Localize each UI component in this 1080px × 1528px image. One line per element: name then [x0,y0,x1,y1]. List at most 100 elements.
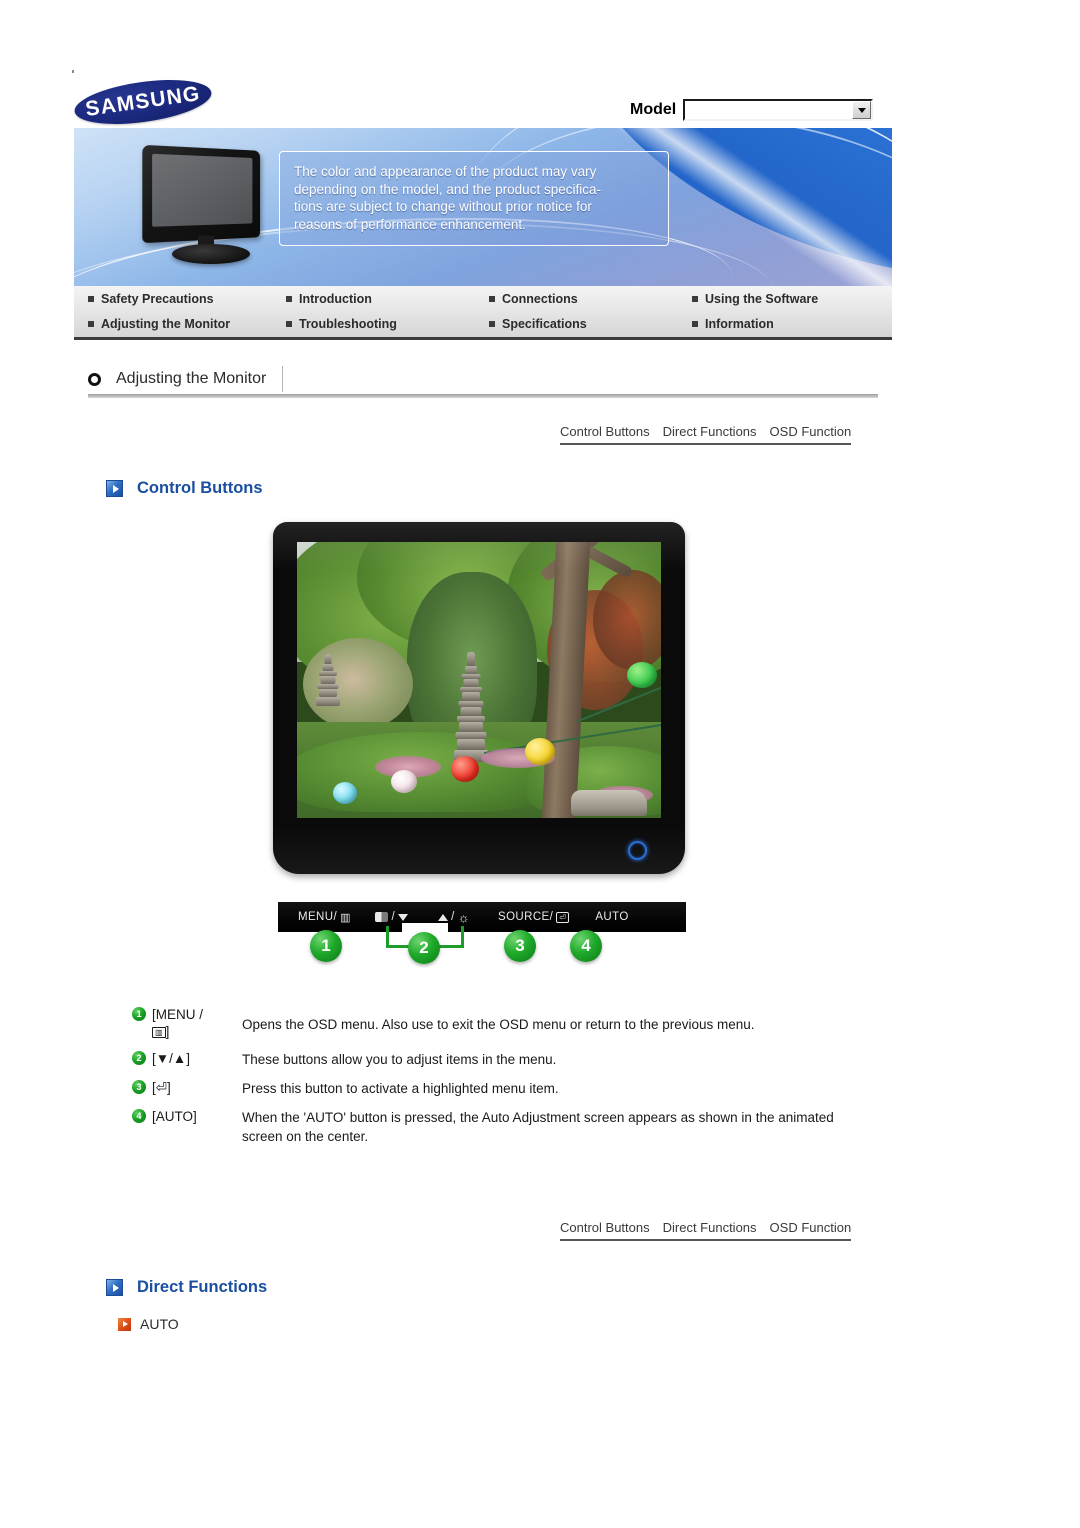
page-title: Adjusting the Monitor [88,364,284,394]
description-key: [▼/▲] [152,1051,190,1066]
nav-label: Using the Software [705,291,819,306]
model-dropdown-value [685,101,852,119]
nav-item-troubleshooting[interactable]: Troubleshooting [286,317,489,331]
description-row: 2 [▼/▲] These buttons allow you to adjus… [132,1050,872,1069]
banner-monitor-base [172,244,250,264]
monitor-illustration [273,522,685,882]
samsung-logo: SAMSUNG [71,72,215,132]
banner-monitor-body [142,144,261,244]
square-bullet-icon [88,295,94,302]
subtabs-top: Control Buttons Direct Functions OSD Fun… [560,424,852,445]
model-selector-row: Model [630,99,874,121]
callout-1: 1 [310,930,342,962]
title-divider [282,366,284,392]
description-number: 1 [132,1006,152,1021]
model-dropdown-arrow-button[interactable] [852,101,872,119]
direct-function-auto-label: AUTO [140,1316,179,1332]
nav-item-safety-precautions[interactable]: Safety Precautions [74,292,286,306]
product-notice-text: The color and appearance of the product … [294,164,601,232]
description-key: [⏎] [152,1080,171,1095]
nav-item-specifications[interactable]: Specifications [489,317,692,331]
banner-monitor-image [136,144,276,268]
description-number: 2 [132,1050,152,1065]
monitor-screen-image [297,542,661,818]
nav-item-adjusting-the-monitor[interactable]: Adjusting the Monitor [74,317,286,331]
nav-label: Information [705,316,774,331]
section-heading-text: Control Buttons [137,479,263,497]
triangle-down-icon [398,913,409,921]
blue-play-icon [106,1279,123,1296]
description-number: 3 [132,1079,152,1094]
square-bullet-icon [286,320,292,327]
description-text: These buttons allow you to adjust items … [242,1052,557,1067]
description-key-text: [MENU / [152,1007,204,1022]
main-navigation: Safety Precautions Introduction Connecti… [74,286,892,340]
contrast-icon [375,912,389,922]
description-row: 3 [⏎] Press this button to activate a hi… [132,1079,872,1098]
nav-label: Specifications [502,316,587,331]
model-dropdown[interactable] [683,99,874,121]
control-label: MENU/ [298,911,338,923]
square-bullet-icon [692,320,698,327]
tab-osd-function-bottom[interactable]: OSD Function [770,1220,852,1235]
nav-item-connections[interactable]: Connections [489,292,692,306]
scene-stone-pagoda [445,650,497,762]
number-badge: 4 [132,1109,146,1123]
tab-control-buttons-bottom[interactable]: Control Buttons [560,1220,650,1235]
callout-3: 3 [504,930,536,962]
nav-label: Introduction [299,291,372,306]
page-title-text: Adjusting the Monitor [116,370,267,387]
control-button-menu[interactable]: MENU/ ▥ [298,911,351,924]
description-row: 1 [MENU / ▥] Opens the OSD menu. Also us… [132,1006,872,1040]
scene-lantern-red [451,756,479,782]
scene-stone-pagoda-small [313,650,343,706]
scene-lantern-cyan [333,782,357,804]
monitor-control-strip: MENU/ ▥ / / ☼ SOURCE/ ⏎ AUTO [278,902,686,932]
logo-text: SAMSUNG [84,82,202,121]
nav-label: Adjusting the Monitor [101,316,231,331]
description-key: [AUTO] [152,1109,197,1124]
control-button-source[interactable]: SOURCE/ ⏎ [498,911,570,923]
tab-direct-functions[interactable]: Direct Functions [663,424,757,439]
triangle-up-icon [438,913,449,921]
square-bullet-icon [489,320,495,327]
description-row: 4 [AUTO] When the 'AUTO' button is press… [132,1108,872,1146]
square-bullet-icon [489,295,495,302]
control-button-descriptions: 1 [MENU / ▥] Opens the OSD menu. Also us… [132,1006,872,1156]
number-badge: 3 [132,1080,146,1094]
nav-item-using-the-software[interactable]: Using the Software [692,292,892,306]
description-text: Opens the OSD menu. Also use to exit the… [242,1017,755,1032]
scene-lantern-yellow [525,738,555,765]
tab-control-buttons[interactable]: Control Buttons [560,424,650,439]
nav-item-introduction[interactable]: Introduction [286,292,489,306]
nav-label: Connections [502,291,578,306]
tab-direct-functions-bottom[interactable]: Direct Functions [663,1220,757,1235]
menu-bars-icon: ▥ [152,1027,166,1038]
number-badge: 1 [132,1007,146,1021]
brightness-sun-icon: ☼ [457,909,471,925]
model-label: Model [630,101,677,118]
section-heading-text: Direct Functions [137,1278,268,1296]
nav-item-information[interactable]: Information [692,317,892,331]
control-button-brightness-up[interactable]: / ☼ [438,911,470,924]
control-label: SOURCE/ [498,911,554,923]
description-number: 4 [132,1108,152,1123]
nav-label: Troubleshooting [299,316,397,331]
nav-row-1: Safety Precautions Introduction Connecti… [74,286,892,311]
section-heading-direct-functions: Direct Functions [106,1278,267,1297]
control-label: / [451,911,455,923]
description-text: Press this button to activate a highligh… [242,1081,559,1096]
ring-icon [88,372,101,386]
control-button-auto[interactable]: AUTO [595,911,628,923]
tab-osd-function[interactable]: OSD Function [770,424,852,439]
control-button-contrast-down[interactable]: / [375,911,409,923]
subtabs-bottom: Control Buttons Direct Functions OSD Fun… [560,1220,852,1241]
nav-row-2: Adjusting the Monitor Troubleshooting Sp… [74,311,892,336]
scene-lantern-green [627,662,657,688]
enter-box-icon: ⏎ [556,911,570,923]
control-label: AUTO [595,911,629,923]
page-root: SAMSUNG Model The color and appearance o… [0,0,1080,1528]
product-notice-box: The color and appearance of the product … [279,151,669,246]
power-led-icon [628,841,647,860]
nav-label: Safety Precautions [101,291,214,306]
